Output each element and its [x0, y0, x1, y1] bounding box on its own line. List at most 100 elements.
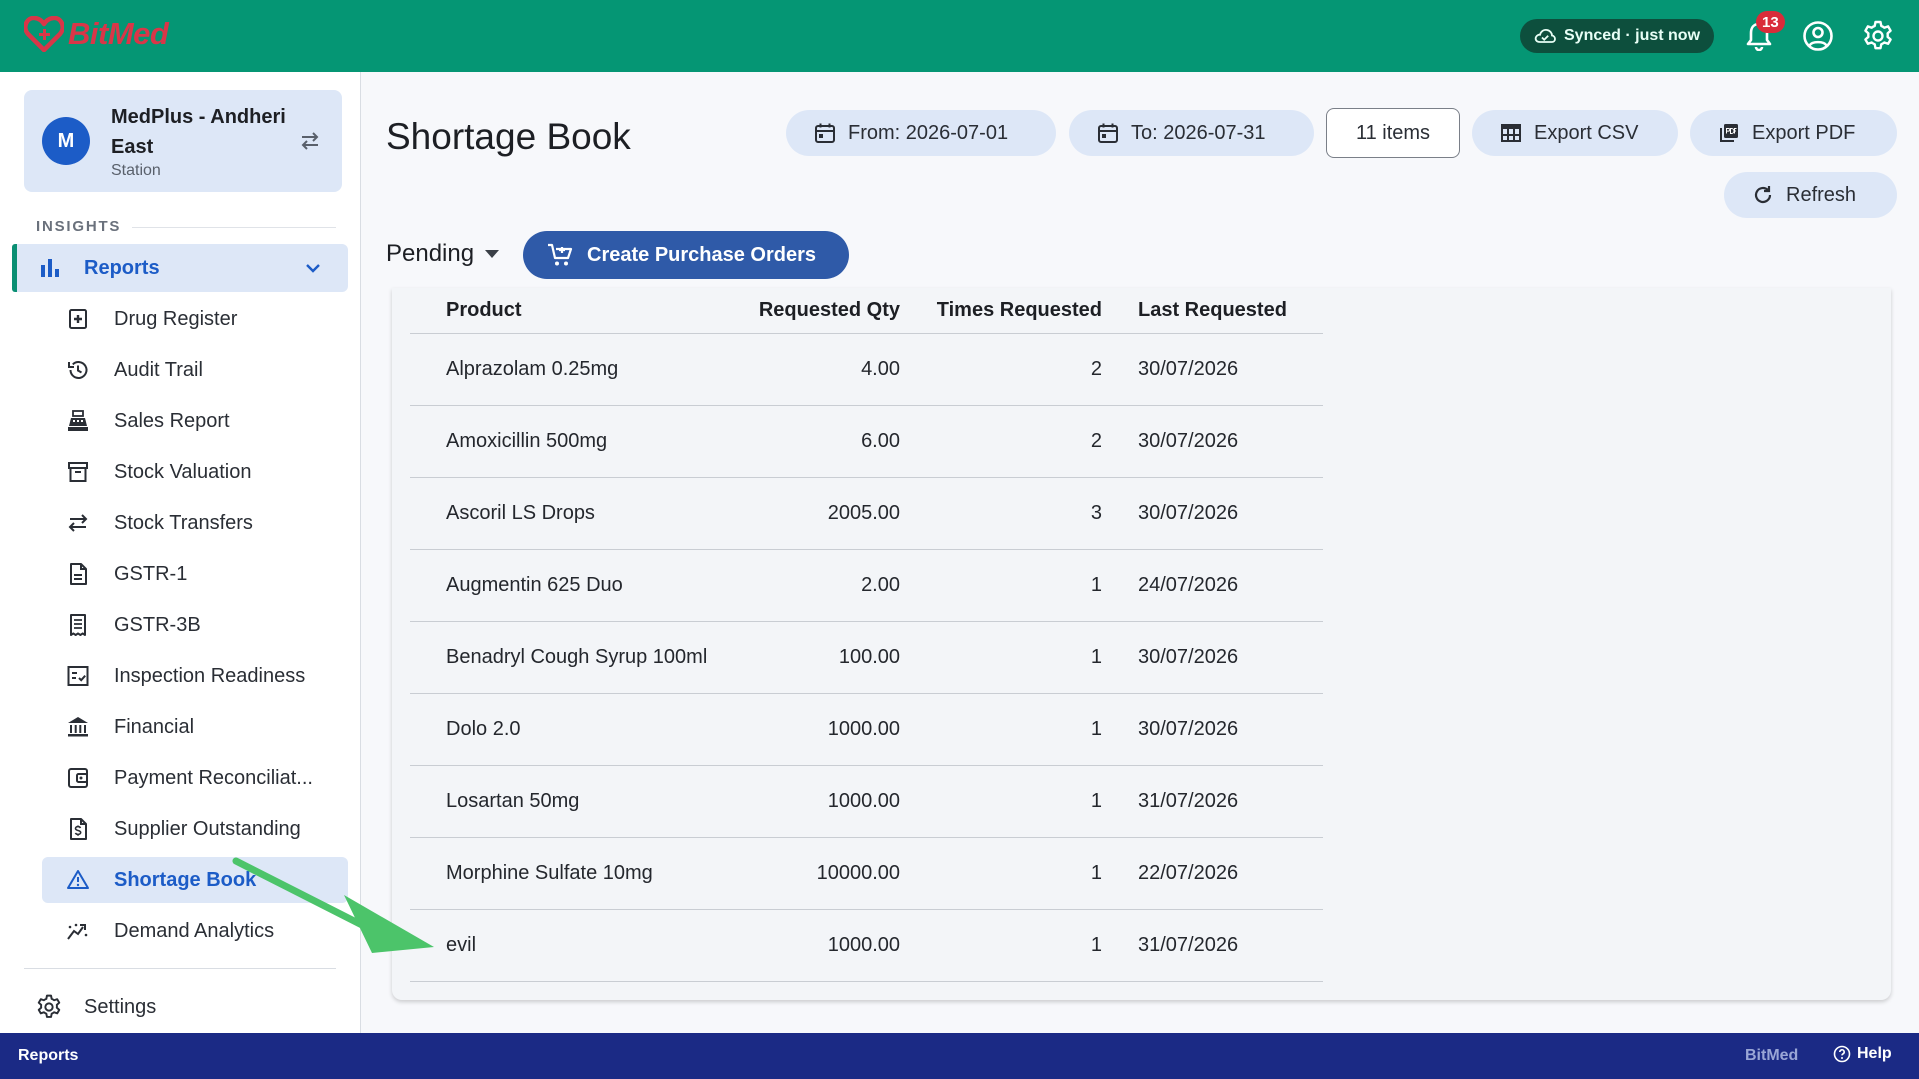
- help-label: Help: [1857, 1045, 1892, 1062]
- column-header-product[interactable]: Product: [446, 299, 522, 322]
- cell-last-requested: 30/07/2026: [1138, 358, 1239, 380]
- sidebar-item-gstr-3b[interactable]: GSTR-3B: [42, 602, 348, 648]
- history-icon: [66, 358, 90, 382]
- archive-box-icon: [66, 460, 90, 484]
- cell-requested-qty: 6.00: [861, 430, 900, 452]
- refresh-icon: [1752, 184, 1774, 206]
- warning-triangle-icon: [66, 868, 90, 892]
- sidebar-item-label: Payment Reconciliat...: [114, 767, 313, 789]
- export-pdf-button[interactable]: Export PDF: [1690, 110, 1897, 156]
- cell-product: Losartan 50mg: [446, 790, 580, 812]
- annotation-arrow: [232, 857, 434, 953]
- column-header-last-requested[interactable]: Last Requested: [1138, 299, 1287, 322]
- help-link[interactable]: Help: [1833, 1045, 1892, 1063]
- cell-product: Ascoril LS Drops: [446, 502, 595, 524]
- from-date-label: From: 2026-07-01: [848, 121, 1009, 144]
- table-row[interactable]: Alprazolam 0.25mg 4.00 2 30/07/2026: [410, 334, 1323, 406]
- store-avatar: M: [42, 117, 90, 165]
- table-header-row: Product Requested Qty Times Requested La…: [410, 288, 1323, 334]
- cell-times-requested: 1: [1090, 574, 1102, 596]
- table-row[interactable]: Morphine Sulfate 10mg 10000.00 1 22/07/2026: [410, 838, 1323, 910]
- section-title-insights: INSIGHTS: [36, 218, 122, 235]
- cell-times-requested: 1: [1090, 790, 1102, 812]
- top-app-bar: BitMed Synced · just now 13: [0, 0, 1919, 72]
- sync-status-text: Synced · just now: [1564, 27, 1701, 44]
- store-subtitle: Station: [111, 162, 161, 179]
- table-body: Alprazolam 0.25mg 4.00 2 30/07/2026 Amoxicil…: [410, 334, 1323, 982]
- table-row[interactable]: evil 1000.00 1 31/07/2026: [410, 910, 1323, 982]
- table-row[interactable]: Ascoril LS Drops 2005.00 3 30/07/2026: [410, 478, 1323, 550]
- cell-product: evil: [446, 934, 477, 956]
- cell-times-requested: 1: [1090, 718, 1102, 740]
- cell-requested-qty: 2.00: [861, 574, 900, 596]
- sidebar-item-reports[interactable]: Reports: [12, 244, 348, 292]
- cell-product: Morphine Sulfate 10mg: [446, 862, 653, 884]
- brand-logo[interactable]: BitMed: [24, 16, 169, 52]
- table-icon: [1500, 122, 1522, 144]
- page-title: Shortage Book: [386, 116, 631, 157]
- from-date-button[interactable]: From: 2026-07-01: [786, 110, 1056, 156]
- transfer-arrows-icon: [66, 511, 90, 535]
- sidebar-item-sales-report[interactable]: Sales Report: [42, 398, 348, 444]
- status-footer: Reports BitMed Help: [0, 1033, 1919, 1079]
- table-row[interactable]: Losartan 50mg 1000.00 1 31/07/2026: [410, 766, 1323, 838]
- cell-last-requested: 31/07/2026: [1138, 790, 1239, 812]
- column-header-requested-qty[interactable]: Requested Qty: [759, 299, 900, 322]
- cell-requested-qty: 100.00: [838, 646, 900, 668]
- bank-icon: [66, 715, 90, 739]
- brand-name: BitMed: [68, 16, 169, 51]
- sidebar-item-label: GSTR-3B: [114, 614, 201, 636]
- cell-requested-qty: 10000.00: [816, 862, 900, 884]
- pdf-file-icon: [1718, 122, 1740, 144]
- sidebar-item-gstr-1[interactable]: GSTR-1: [42, 551, 348, 597]
- to-date-label: To: 2026-07-31: [1131, 121, 1266, 144]
- table-row[interactable]: Augmentin 625 Duo 2.00 1 24/07/2026: [410, 550, 1323, 622]
- swap-arrows-icon[interactable]: [298, 130, 322, 152]
- sidebar-item-payment-reconciliation[interactable]: Payment Reconciliat...: [42, 755, 348, 801]
- create-purchase-orders-button[interactable]: Create Purchase Orders: [523, 231, 849, 279]
- footer-brand: BitMed: [1745, 1047, 1799, 1064]
- refresh-label: Refresh: [1786, 183, 1857, 206]
- caret-down-icon: [484, 249, 500, 259]
- chevron-down-icon[interactable]: [302, 257, 324, 279]
- gear-icon: [36, 994, 62, 1020]
- table-row[interactable]: Amoxicillin 500mg 6.00 2 30/07/2026: [410, 406, 1323, 478]
- heart-logo-icon: [24, 16, 64, 52]
- sidebar-item-inspection-readiness[interactable]: Inspection Readiness: [42, 653, 348, 699]
- sidebar-item-stock-transfers[interactable]: Stock Transfers: [42, 500, 348, 546]
- footer-section-label: Reports: [18, 1047, 79, 1064]
- sidebar-item-drug-register[interactable]: Drug Register: [42, 296, 348, 342]
- sidebar-item-label: Supplier Outstanding: [114, 818, 301, 840]
- column-header-times-requested[interactable]: Times Requested: [937, 299, 1102, 322]
- store-switcher-card[interactable]: M MedPlus - Andheri East Station: [24, 90, 342, 192]
- refresh-button[interactable]: Refresh: [1724, 172, 1897, 218]
- sidebar-item-financial[interactable]: Financial: [42, 704, 348, 750]
- store-name: MedPlus - Andheri East: [111, 106, 286, 158]
- to-date-button[interactable]: To: 2026-07-31: [1069, 110, 1314, 156]
- active-indicator: [12, 244, 17, 292]
- cell-product: Alprazolam 0.25mg: [446, 358, 619, 380]
- sidebar-item-stock-valuation[interactable]: Stock Valuation: [42, 449, 348, 495]
- cell-last-requested: 30/07/2026: [1138, 502, 1239, 524]
- sidebar-item-label: Stock Valuation: [114, 461, 252, 483]
- status-filter-value: Pending: [386, 240, 475, 267]
- table-row[interactable]: Dolo 2.0 1000.00 1 30/07/2026: [410, 694, 1323, 766]
- medical-box-icon: [66, 307, 90, 331]
- trend-chart-icon: [66, 919, 90, 943]
- sidebar-item-label: Stock Transfers: [114, 512, 253, 534]
- cell-last-requested: 24/07/2026: [1138, 574, 1239, 596]
- gear-icon[interactable]: [1860, 18, 1896, 54]
- cash-register-icon: [66, 409, 90, 433]
- status-filter-select[interactable]: Pending: [386, 240, 500, 268]
- bar-chart-icon: [38, 256, 62, 280]
- table-row[interactable]: Benadryl Cough Syrup 100ml 100.00 1 30/07/2…: [410, 622, 1323, 694]
- sidebar-item-audit-trail[interactable]: Audit Trail: [42, 347, 348, 393]
- sidebar-item-label: Inspection Readiness: [114, 665, 306, 687]
- cell-product: Benadryl Cough Syrup 100ml: [446, 646, 708, 668]
- sidebar-item-label: Sales Report: [114, 410, 230, 432]
- add-to-cart-icon: [547, 242, 573, 268]
- document-icon: [66, 562, 90, 586]
- export-csv-button[interactable]: Export CSV: [1472, 110, 1678, 156]
- sidebar-item-settings[interactable]: Settings: [36, 984, 336, 1028]
- account-circle-icon[interactable]: [1800, 18, 1836, 54]
